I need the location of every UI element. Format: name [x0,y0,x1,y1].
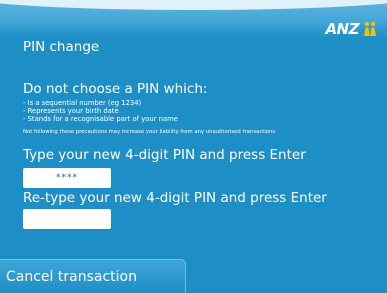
warning-item: - Is a sequential number (eg 1234) [23,99,142,107]
warning-list: - Is a sequential number (eg 1234) - Rep… [23,99,178,123]
page-title: PIN change [23,39,100,55]
warning-item: - Represents your birth date [23,107,119,115]
warning-heading: Do not choose a PIN which: [23,81,208,97]
liability-footnote: Not following these precautions may incr… [23,129,276,135]
cancel-transaction-button[interactable]: Cancel transaction [0,259,186,293]
cancel-button-label: Cancel transaction [6,269,137,285]
anz-people-icon [364,21,376,36]
atm-screen: ANZ PIN change Do not choose a PIN which… [0,0,387,293]
confirm-pin-field[interactable] [23,209,111,229]
new-pin-field[interactable]: **** [23,168,111,188]
warning-item: - Stands for a recognisable part of your… [23,115,178,123]
anz-logo: ANZ [325,20,379,38]
new-pin-prompt: Type your new 4-digit PIN and press Ente… [23,147,306,163]
confirm-pin-prompt: Re-type your new 4-digit PIN and press E… [23,190,327,206]
logo-text: ANZ [325,20,359,38]
